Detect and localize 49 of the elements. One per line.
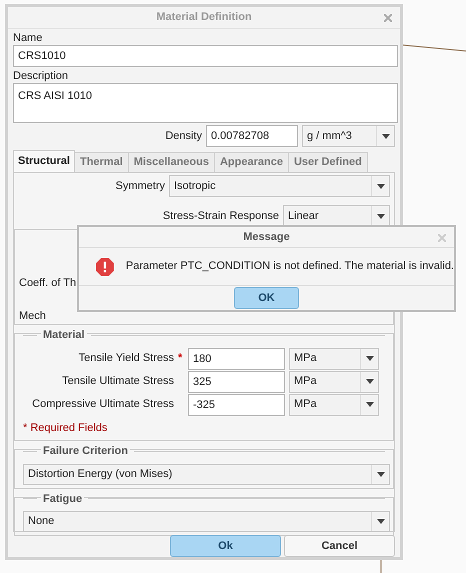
dropdown-caret-icon [376,519,384,524]
model-edge-line [402,44,466,52]
ok-button[interactable]: Ok [170,535,281,557]
fatigue-dropdown[interactable]: None [23,511,390,532]
window-title: Material Definition [156,10,252,26]
tab[interactable]: Structural [13,150,75,172]
dropdown-caret-icon [376,214,384,218]
stress-field[interactable]: 180 [188,348,285,370]
stress-field[interactable]: -325 [188,394,285,416]
dropdown-caret-icon [366,402,374,407]
field-label: Mech [19,308,46,324]
tab[interactable]: Appearance [214,152,289,172]
field-label: Tensile Ultimate Stress [62,374,174,390]
required-marker: * [178,351,184,366]
message-title: Message [243,230,290,245]
dropdown-caret-icon [382,134,390,138]
field-label: Symmetry [116,178,165,194]
cancel-button[interactable]: Cancel [284,535,395,557]
model-edge-line [380,559,382,573]
dropdown-caret-icon [376,472,384,476]
ok-button[interactable]: OK [234,287,299,309]
field-label: Density [165,128,202,144]
unit-dropdown[interactable]: MPa [289,348,379,370]
tab[interactable]: Thermal [74,152,129,172]
unit-dropdown[interactable]: MPa [289,394,379,416]
field-label: Description [13,69,70,83]
description-field[interactable]: CRS AISI 1010 [13,83,398,123]
tab[interactable]: Miscellaneous [128,152,215,172]
required-fields-note: * Required Fields [23,420,108,436]
message-text: Parameter PTC_CONDITION is not defined. The material is invalid. [126,259,454,274]
dropdown-caret-icon [376,184,384,188]
unit-dropdown[interactable]: g / mm^3 [302,125,395,147]
stress-strain-dropdown[interactable]: Linear [283,205,390,227]
dropdown-caret-icon [366,356,374,361]
field-label: Coeff. of Th [19,276,76,291]
close-icon[interactable] [438,234,446,242]
field-label: Tensile Yield Stress [78,351,174,366]
name-field[interactable]: CRS1010 [13,45,398,67]
stress-field[interactable]: 325 [188,370,285,392]
tab[interactable]: User Defined [288,152,368,172]
failure-criterion-dropdown[interactable]: Distortion Energy (von Mises) [23,464,390,484]
unit-dropdown[interactable]: MPa [289,370,379,392]
density-field[interactable]: 0.00782708 [206,125,298,147]
field-label: Stress-Strain Response [162,208,279,224]
dropdown-caret-icon [366,379,374,384]
field-label: Name [13,31,44,45]
field-label: Compressive Ultimate Stress [32,397,174,412]
close-icon[interactable] [384,14,392,22]
symmetry-dropdown[interactable]: Isotropic [169,175,390,197]
